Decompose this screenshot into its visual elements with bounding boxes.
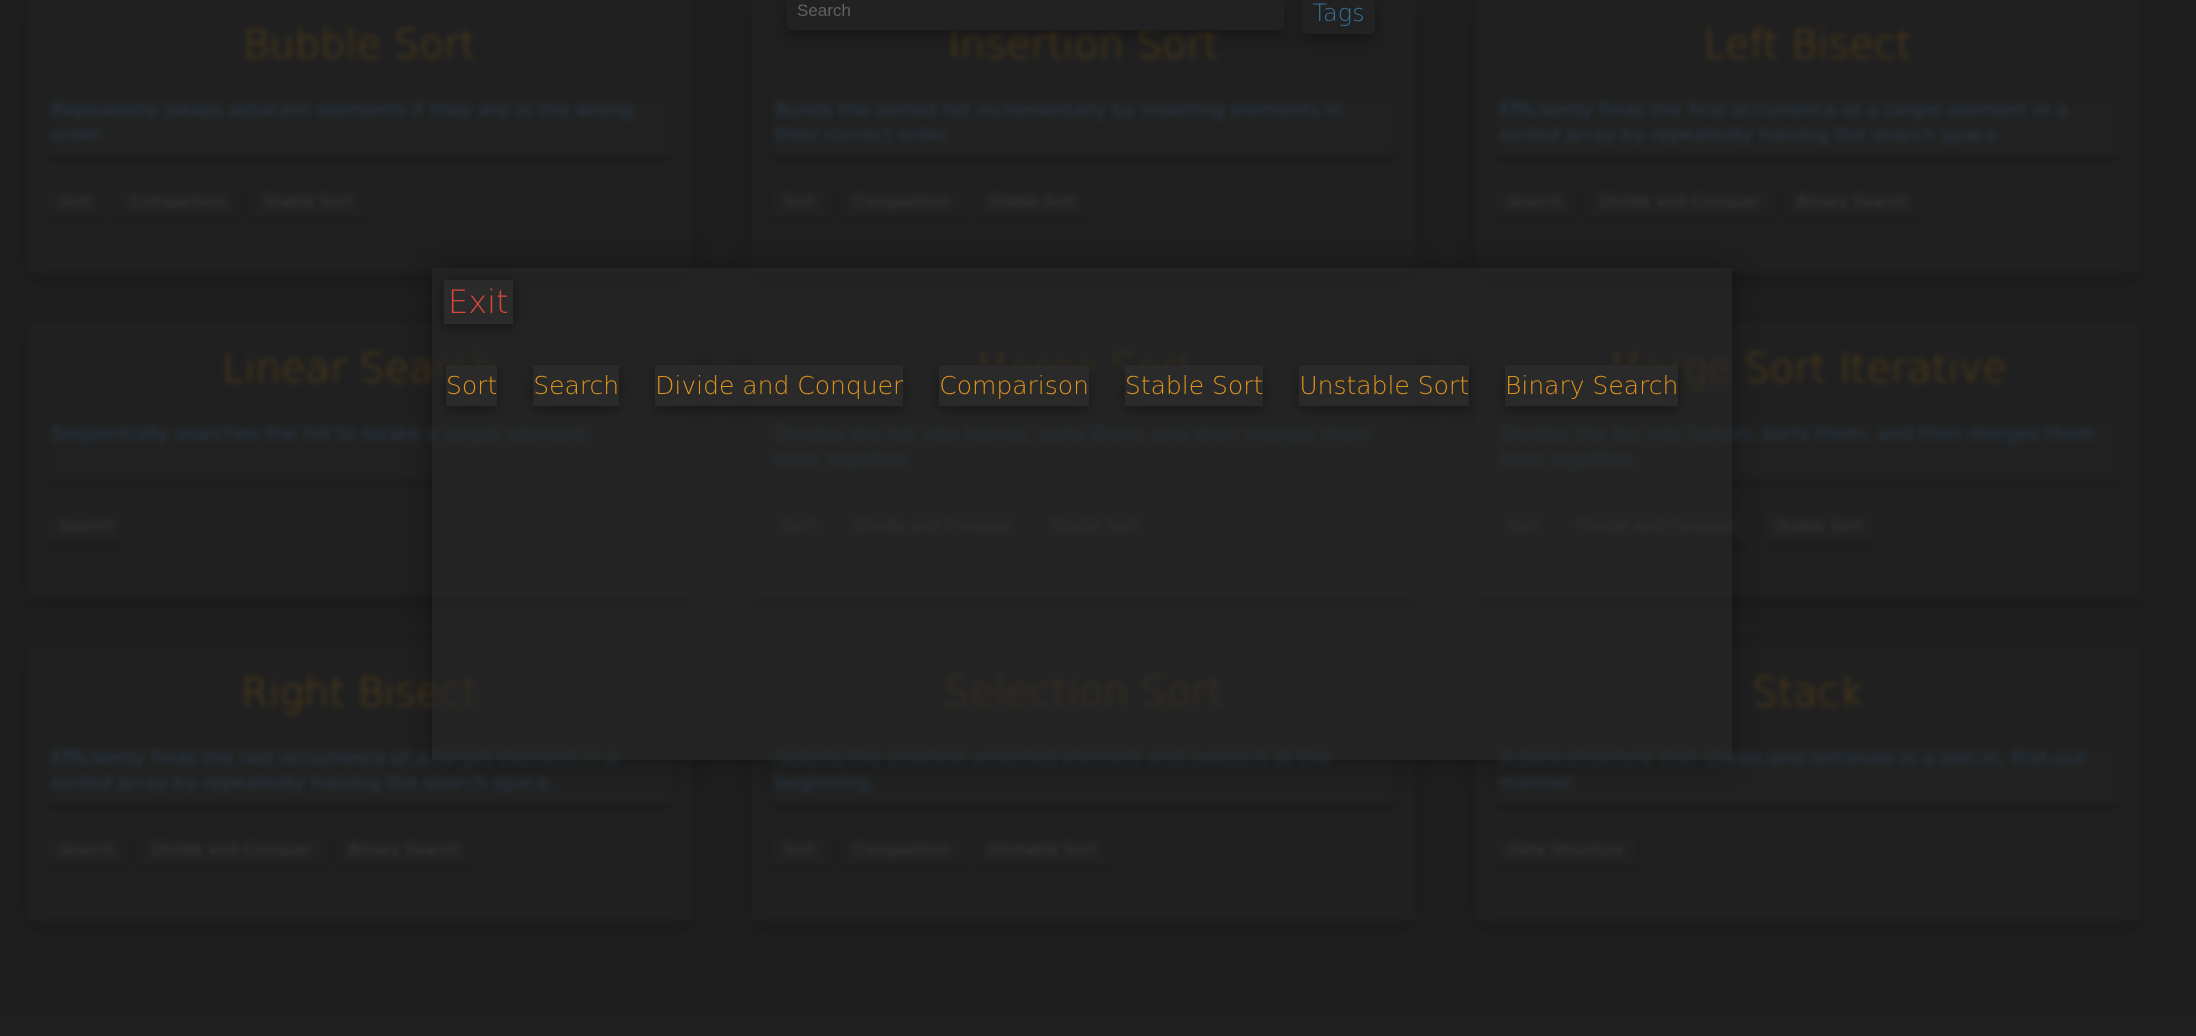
tag-list: Sort Search Divide and Conquer Comparison St… (446, 365, 1714, 406)
tag-button[interactable]: Binary Search (1505, 365, 1679, 406)
tag-button[interactable]: Search (533, 365, 620, 406)
tags-modal: Exit Sort Search Divide and Conquer Compari… (432, 268, 1732, 760)
tag-button[interactable]: Divide and Conquer (655, 365, 904, 406)
tag-button[interactable]: Unstable Sort (1299, 365, 1469, 406)
tag-button[interactable]: Stable Sort (1124, 365, 1264, 406)
tag-button[interactable]: Sort (446, 365, 498, 406)
tag-button[interactable]: Comparison (939, 365, 1089, 406)
app-page: Bubble Sort Repeatedly swaps adjacent ele… (0, 0, 2196, 1036)
exit-button[interactable]: Exit (444, 280, 513, 324)
